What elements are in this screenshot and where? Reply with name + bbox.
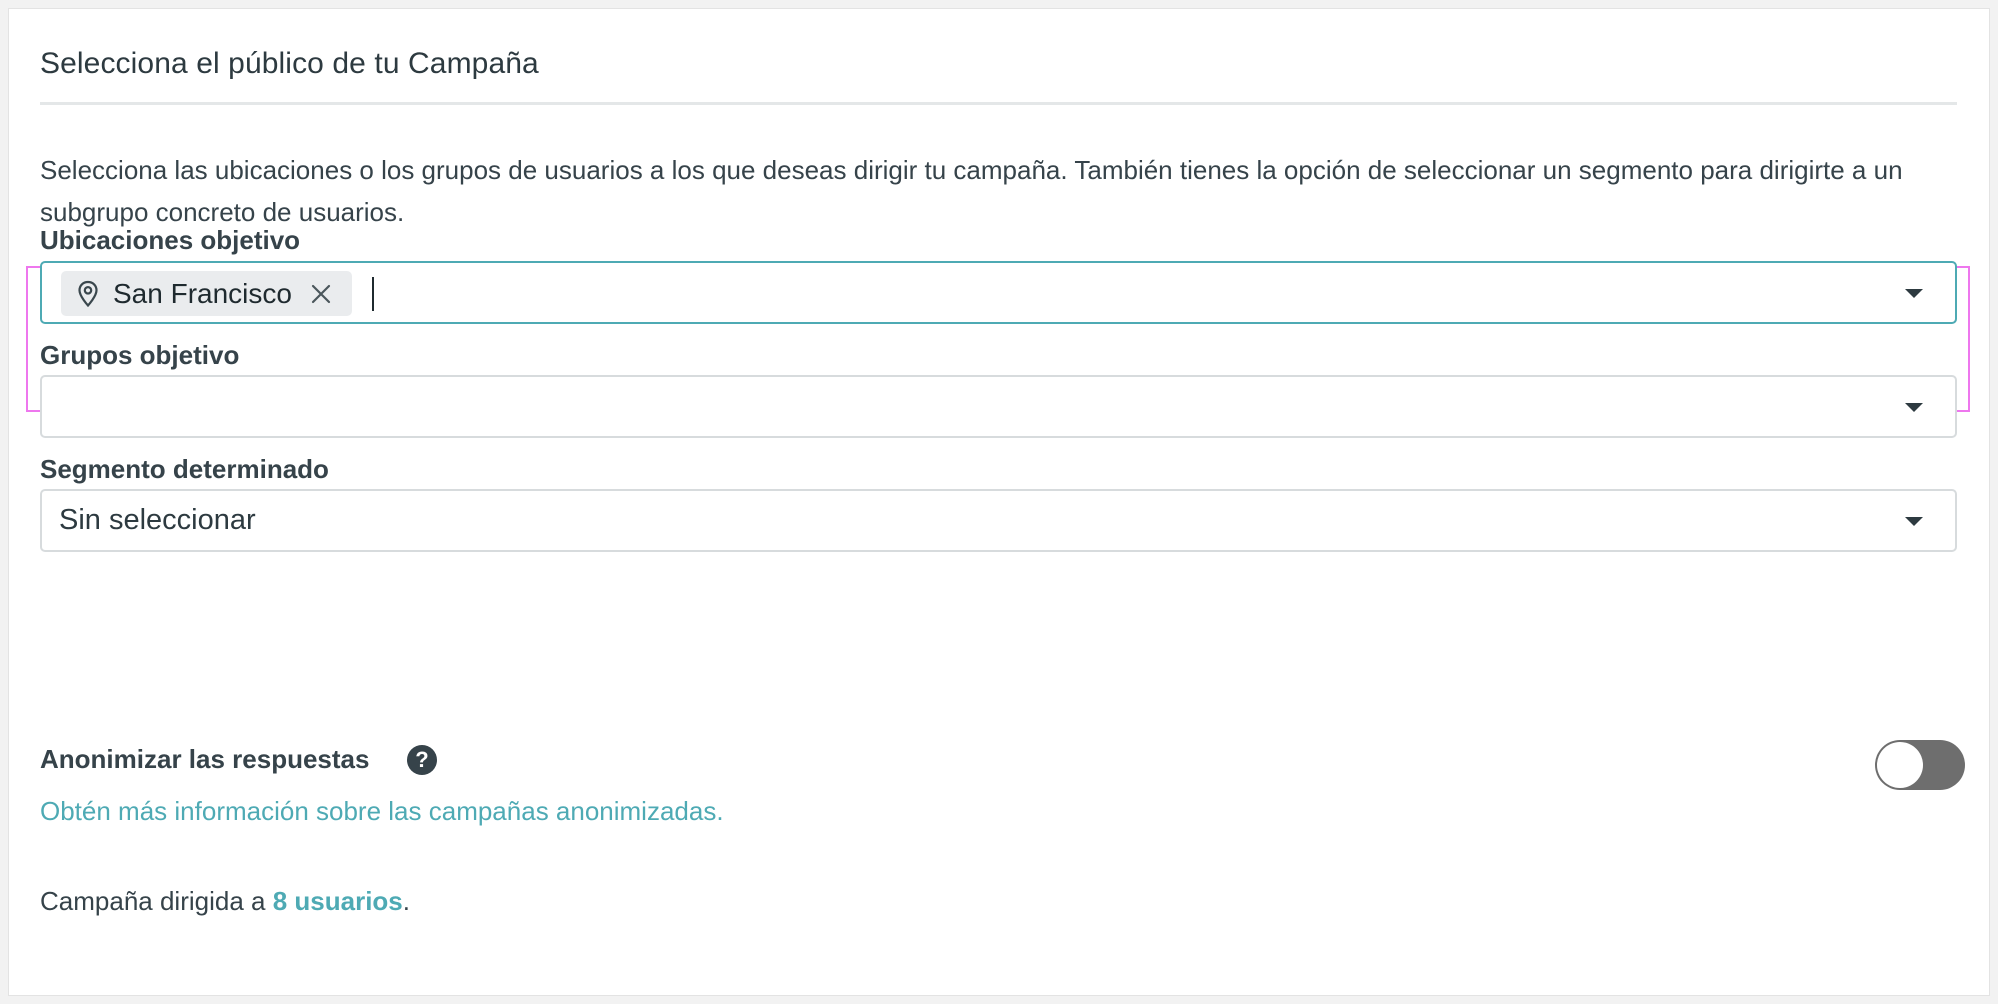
summary-prefix: Campaña dirigida a — [40, 886, 273, 916]
title-divider — [40, 102, 1957, 105]
page-title: Selecciona el público de tu Campaña — [40, 47, 539, 80]
segment-select[interactable]: Sin seleccionar — [40, 489, 1957, 552]
chevron-down-icon[interactable] — [1905, 288, 1923, 298]
question-circle-icon[interactable]: ? — [407, 745, 437, 775]
groups-label: Grupos objetivo — [40, 340, 240, 370]
segment-select-value: Sin seleccionar — [59, 504, 256, 536]
toggle-knob — [1877, 742, 1923, 788]
audience-summary: Campaña dirigida a 8 usuarios. — [40, 886, 410, 917]
locations-multiselect[interactable]: San Francisco — [40, 261, 1957, 324]
audience-card: Selecciona el público de tu Campaña Sele… — [8, 8, 1990, 996]
summary-suffix: . — [402, 886, 410, 916]
anonymize-label: Anonimizar las respuestas — [40, 744, 370, 774]
chevron-down-icon[interactable] — [1905, 402, 1923, 412]
locations-label: Ubicaciones objetivo — [40, 225, 301, 255]
location-chip-label: San Francisco — [113, 277, 292, 309]
user-count-link[interactable]: 8 usuarios — [273, 886, 403, 916]
groups-select[interactable] — [40, 375, 1957, 438]
anonymize-info-link[interactable]: Obtén más información sobre las campañas… — [40, 796, 724, 827]
close-icon[interactable] — [310, 283, 332, 305]
text-cursor — [372, 277, 374, 311]
map-pin-icon — [78, 280, 98, 307]
anonymize-toggle[interactable] — [1875, 740, 1965, 790]
section-description: Selecciona las ubicaciones o los grupos … — [40, 155, 1903, 227]
chevron-down-icon[interactable] — [1905, 516, 1923, 526]
location-chip: San Francisco — [61, 271, 352, 316]
segment-label: Segmento determinado — [40, 454, 329, 484]
